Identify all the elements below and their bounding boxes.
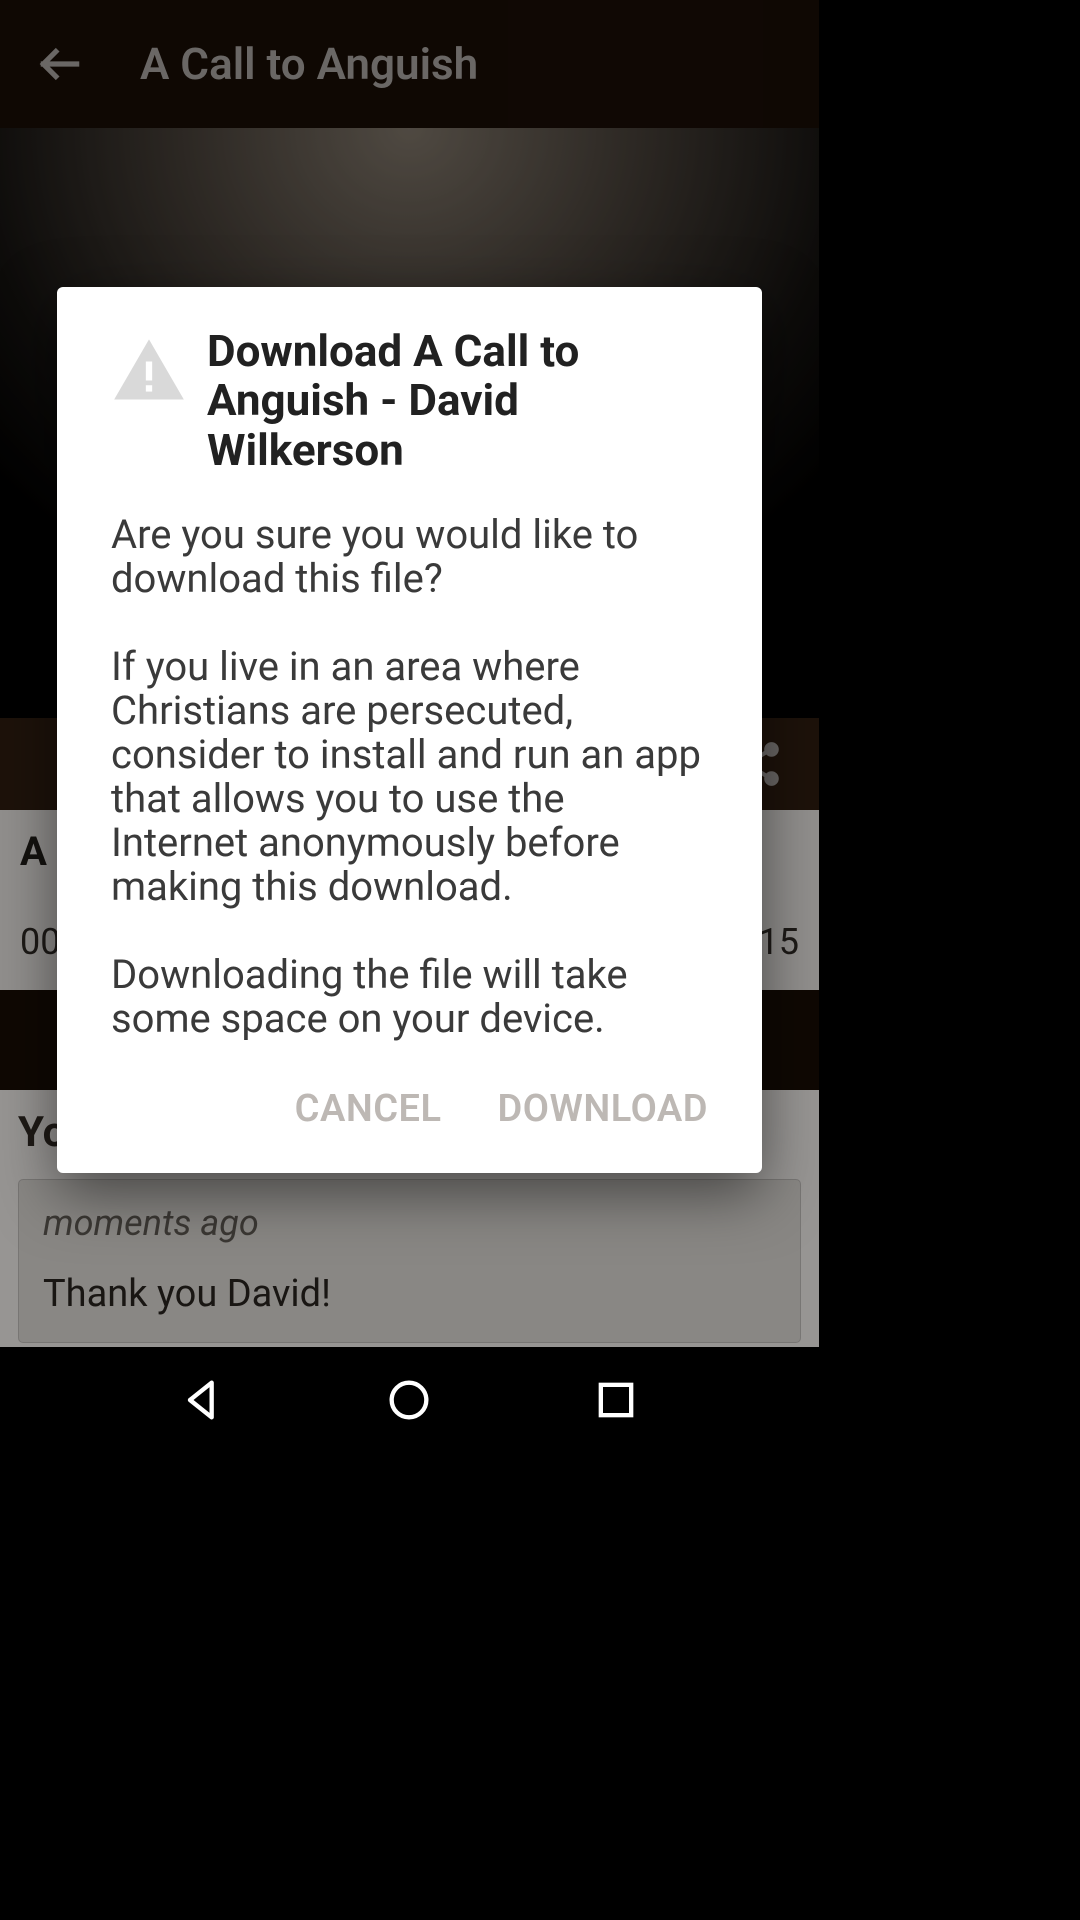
nav-home-button[interactable] — [383, 1374, 435, 1430]
nav-back-button[interactable] — [177, 1374, 229, 1430]
dialog-header: Download A Call to Anguish - David Wilke… — [57, 287, 762, 495]
dialog-actions: CANCEL DOWNLOAD — [57, 1051, 762, 1153]
android-nav-bar — [0, 1347, 819, 1456]
app-screen: A Call to Anguish A C 00 15 Your notes: … — [0, 0, 819, 1456]
nav-recent-button[interactable] — [590, 1374, 642, 1430]
nav-recent-icon — [590, 1374, 642, 1426]
dialog-body: Are you sure you would like to download … — [57, 495, 762, 1051]
nav-back-icon — [177, 1374, 229, 1426]
nav-home-icon — [383, 1374, 435, 1426]
dialog-title: Download A Call to Anguish - David Wilke… — [207, 327, 708, 475]
download-dialog: Download A Call to Anguish - David Wilke… — [57, 287, 762, 1173]
cancel-button[interactable]: CANCEL — [295, 1087, 442, 1131]
download-button[interactable]: DOWNLOAD — [498, 1087, 708, 1131]
warning-triangle-icon — [111, 333, 187, 409]
